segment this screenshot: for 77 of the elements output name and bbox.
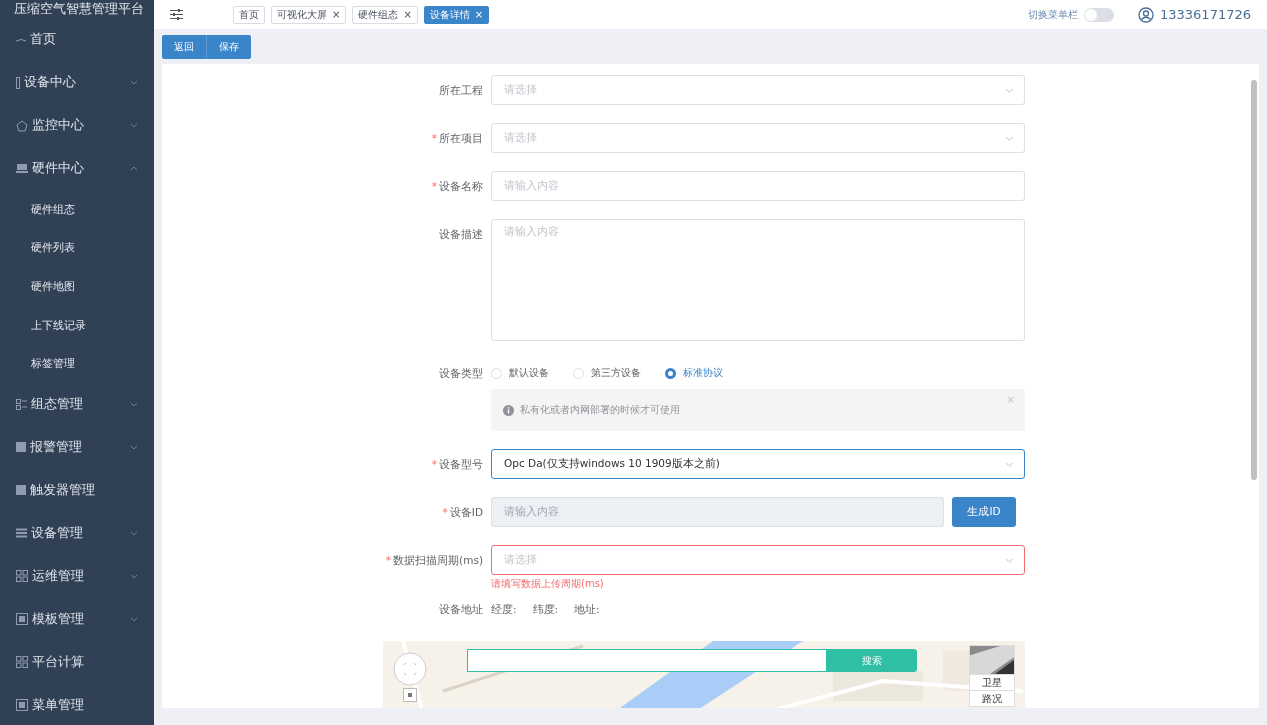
sidebar-item[interactable]: 硬件中心	[0, 147, 154, 190]
field-label: * 数据扫描周期(ms)	[385, 553, 483, 568]
chevron-up-icon	[130, 166, 138, 171]
chevron-down-icon	[130, 573, 138, 579]
sidebar-subitem[interactable]: 硬件组态	[0, 190, 154, 229]
sidebar-item[interactable]: 平台计算	[0, 640, 154, 684]
chevron-down-icon	[130, 401, 138, 407]
field-label: * 设备名称	[431, 179, 483, 194]
square-icon	[16, 442, 26, 453]
address-part: 经度:	[491, 602, 517, 617]
chevron-down-icon	[1005, 135, 1014, 141]
line-icon	[16, 37, 26, 42]
field-label: * 设备ID	[442, 505, 483, 520]
sidebar-subitem[interactable]: 硬件列表	[0, 228, 154, 268]
radio-option[interactable]: 第三方设备	[573, 366, 641, 380]
sidebar-item[interactable]: 报警管理	[0, 425, 154, 469]
field-label: * 设备型号	[431, 457, 483, 472]
sidebar-item[interactable]: 菜单管理	[0, 683, 154, 725]
grid-icon	[16, 656, 28, 669]
chevron-down-icon	[1005, 87, 1014, 93]
tab[interactable]: 硬件组态 ×	[352, 5, 418, 24]
radio-option[interactable]: 默认设备	[491, 366, 549, 380]
chevron-down-icon	[1005, 461, 1014, 467]
sidebar-item[interactable]: 监控中心	[0, 104, 154, 147]
sidebar-item[interactable]: 设备中心	[0, 61, 154, 104]
address-part: 地址:	[574, 602, 600, 617]
square-icon	[16, 485, 26, 496]
close-icon[interactable]: ×	[474, 9, 484, 20]
sidebar-item[interactable]: 设备管理	[0, 511, 154, 555]
tab[interactable]: 可视化大屏 ×	[271, 5, 347, 24]
toggle-label: 切换菜单栏	[1028, 7, 1078, 22]
tree-icon	[16, 398, 27, 410]
chevron-down-icon	[130, 123, 138, 128]
menu-switch[interactable]	[1084, 7, 1114, 22]
tab[interactable]: 首页	[233, 5, 265, 24]
grid-icon	[16, 570, 28, 583]
sidebar-item[interactable]: 组态管理	[0, 382, 154, 426]
alert-text: 私有化或者内网部署的时候才可使用	[520, 403, 680, 417]
sidebar-item[interactable]: 运维管理	[0, 554, 154, 598]
close-icon[interactable]: ×	[403, 9, 412, 20]
sidebar-subitem[interactable]: 标签管理	[0, 344, 154, 383]
chevron-down-icon	[130, 530, 138, 536]
app-title: 压缩空气智慧管理平台	[13, 0, 145, 18]
field-label: 所在工程	[439, 83, 483, 98]
sidebar-item[interactable]: 模板管理	[0, 597, 154, 641]
info-icon	[503, 404, 514, 416]
sidebar-subitem[interactable]: 上下线记录	[0, 305, 154, 345]
field-label: 设备地址	[439, 602, 483, 617]
chevron-down-icon	[1005, 557, 1014, 563]
toolbar-button[interactable]: 返回	[162, 34, 207, 59]
device-icon	[16, 164, 28, 173]
settings-sliders-icon[interactable]	[170, 9, 183, 20]
frame-icon	[16, 699, 28, 712]
field-label: 设备类型	[439, 366, 483, 381]
input-field: 请输入内容	[491, 497, 944, 527]
chevron-down-icon	[130, 80, 138, 85]
frame-icon	[16, 613, 28, 626]
field-label: 设备描述	[439, 227, 483, 242]
bar-icon	[16, 76, 20, 89]
user-icon	[1138, 6, 1154, 23]
close-icon[interactable]: ×	[332, 9, 341, 20]
field-label: * 所在项目	[431, 131, 483, 146]
sidebar-item[interactable]: 首页	[0, 18, 154, 61]
sidebar-item[interactable]: 触发器管理	[0, 468, 154, 512]
radio-option[interactable]: 标准协议	[665, 366, 723, 380]
list-icon	[16, 528, 27, 539]
chevron-down-icon	[130, 444, 138, 450]
sidebar-subitem[interactable]: 硬件地图	[0, 267, 154, 306]
toolbar-button[interactable]: 保存	[207, 34, 251, 59]
error-message: 请填写数据上传周期(ms)	[491, 577, 605, 591]
scrollbar[interactable]	[1251, 80, 1257, 480]
chevron-down-icon	[130, 616, 138, 622]
address-part: 纬度:	[532, 602, 559, 617]
tab[interactable]: 设备详情 ×	[423, 5, 490, 24]
username[interactable]: 13336171726	[1160, 7, 1251, 22]
select-field[interactable]: Opc Da(仅支持windows 10 1909版本之前)	[491, 449, 1025, 479]
pentagon-icon	[16, 119, 28, 132]
